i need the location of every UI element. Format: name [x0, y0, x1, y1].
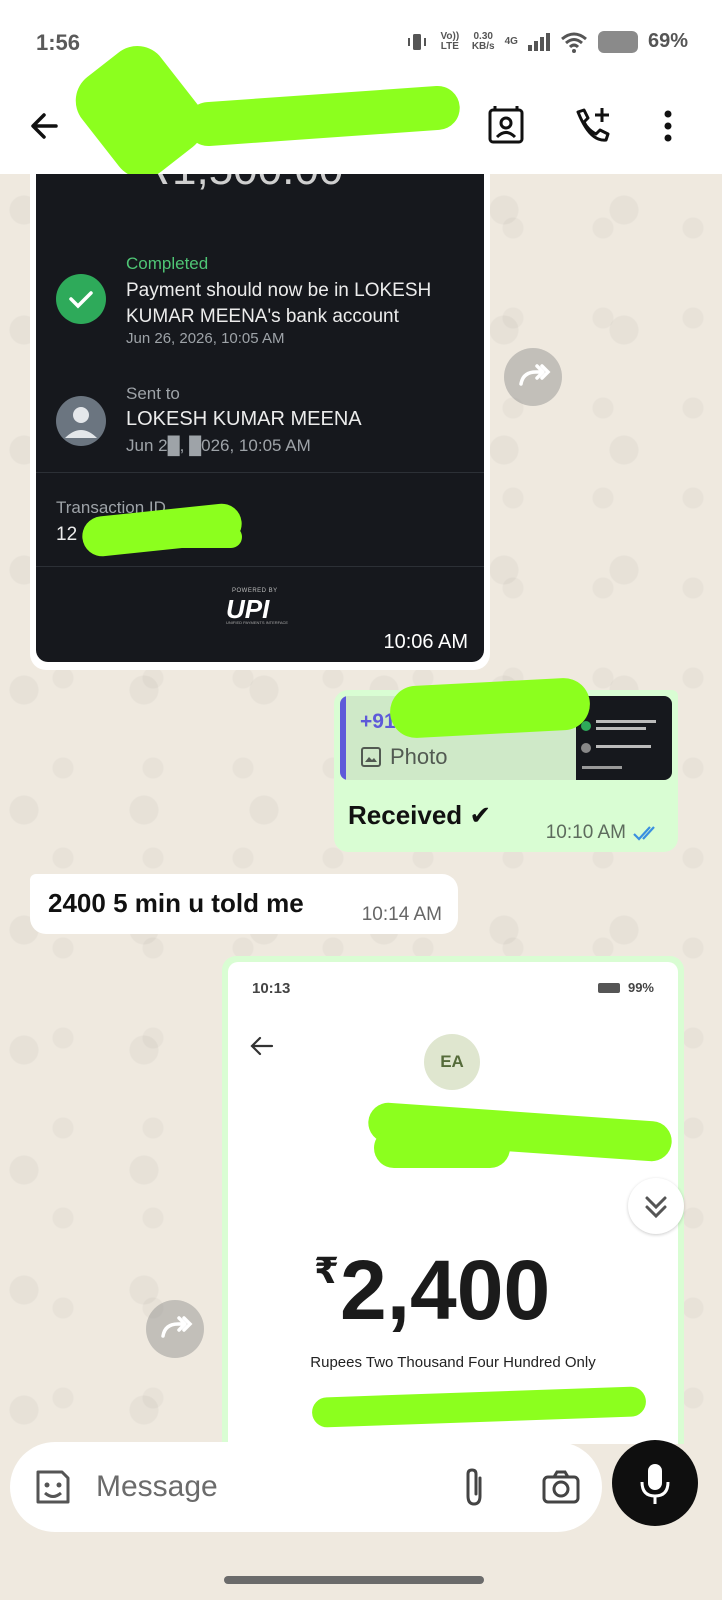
vibrate-icon — [407, 33, 426, 50]
forward-button[interactable] — [146, 1300, 204, 1358]
double-chevron-down-icon — [645, 1196, 667, 1219]
transaction-id-value: 12 — [56, 524, 78, 545]
chat-area[interactable]: ₹1,500.00 Completed Payment should now b… — [0, 174, 722, 1444]
more-vert-icon[interactable] — [646, 104, 690, 148]
gesture-nav-handle[interactable] — [224, 1576, 484, 1584]
sent-image-bubble[interactable]: 10:13 99% EA ₹ 2,400 Rupees Two Thousand… — [222, 956, 684, 1444]
quote-bar — [340, 696, 346, 780]
payee-date: Jun 2█, █026, 10:05 AM — [126, 436, 311, 455]
wifi-icon — [561, 32, 587, 53]
redaction-mark — [388, 676, 592, 740]
shot-battery: 99% — [597, 980, 654, 995]
signal-4g-icon: 4G — [504, 35, 518, 47]
payment-screenshot-image[interactable]: ₹1,500.00 Completed Payment should now b… — [36, 174, 484, 662]
status-icons: Vo)) LTE 0.30 KB/s 4G 69% — [406, 30, 688, 53]
divider — [36, 472, 484, 473]
message-input[interactable]: Message — [96, 1470, 218, 1504]
payment-status-message: Payment should now be in LOKESH KUMAR ME… — [126, 280, 432, 327]
add-call-icon[interactable] — [570, 104, 614, 148]
payment-amount: ₹1,500.00 — [144, 174, 343, 195]
redaction-mark — [311, 1386, 647, 1428]
status-time: 1:56 — [36, 30, 81, 55]
double-check-read-icon — [633, 826, 655, 841]
payment-status: Completed — [126, 254, 209, 273]
divider — [36, 566, 484, 567]
message-meta: 10:10 AM — [546, 822, 662, 844]
message-text: Received ✔ — [348, 800, 492, 830]
quote-thumbnail — [576, 696, 672, 780]
scroll-to-bottom-button[interactable] — [628, 1178, 684, 1234]
shot-status-time: 10:13 — [252, 980, 291, 997]
received-text-bubble[interactable]: 2400 5 min u told me 10:14 AM — [30, 874, 458, 934]
battery-icon — [597, 982, 620, 993]
sticker-emoji-icon[interactable] — [32, 1466, 74, 1508]
quote-type-label: Photo — [390, 744, 448, 769]
microphone-icon — [640, 1464, 670, 1504]
volte-indicator: Vo)) LTE — [440, 30, 460, 52]
sent-to-label: Sent to — [126, 384, 180, 403]
message-time: 10:06 AM — [383, 631, 468, 653]
currency-symbol: ₹ — [314, 1250, 340, 1291]
payee-initials-avatar: EA — [424, 1034, 480, 1090]
forward-button[interactable] — [504, 348, 562, 406]
message-text: 2400 5 min u told me — [48, 888, 304, 918]
person-icon — [56, 396, 106, 446]
forward-icon — [519, 364, 551, 386]
amount-in-words: Rupees Two Thousand Four Hundred Only — [310, 1354, 596, 1371]
payment-confirmation-image[interactable]: 10:13 99% EA ₹ 2,400 Rupees Two Thousand… — [228, 962, 678, 1444]
redaction-mark — [374, 1128, 510, 1168]
redaction-mark — [184, 84, 462, 148]
forward-icon — [161, 1316, 193, 1338]
contact-card-icon[interactable] — [484, 104, 528, 148]
check-icon — [56, 274, 106, 324]
chat-header: 37 — [0, 33, 722, 191]
message-time: 10:10 AM — [545, 822, 626, 843]
quote-type: Photo — [360, 744, 448, 770]
redaction-mark — [96, 526, 242, 548]
photo-icon — [361, 747, 381, 767]
back-arrow-icon — [250, 1036, 274, 1056]
camera-icon[interactable] — [540, 1466, 582, 1508]
upi-subtitle: UNIFIED PAYMENTS INTERFACE — [226, 620, 289, 625]
network-speed: 0.30 KB/s — [471, 30, 495, 52]
voice-record-button[interactable] — [612, 1440, 698, 1526]
received-image-bubble[interactable]: ₹1,500.00 Completed Payment should now b… — [30, 174, 490, 670]
compose-bar[interactable]: Message — [10, 1442, 602, 1532]
payment-amount: 2,400 — [340, 1243, 551, 1337]
battery-percent: 69% — [647, 30, 688, 52]
message-time: 10:14 AM — [361, 904, 442, 925]
signal-bars-icon — [527, 32, 550, 51]
payee-name: LOKESH KUMAR MEENA — [126, 408, 362, 430]
sent-reply-bubble[interactable]: +91 Photo Received ✔ 10:10 AM — [334, 676, 678, 852]
attach-icon[interactable] — [456, 1466, 492, 1508]
battery-icon — [597, 30, 638, 53]
back-arrow-icon[interactable] — [26, 106, 66, 146]
payment-status-date: Jun 26, 2026, 10:05 AM — [126, 330, 285, 347]
